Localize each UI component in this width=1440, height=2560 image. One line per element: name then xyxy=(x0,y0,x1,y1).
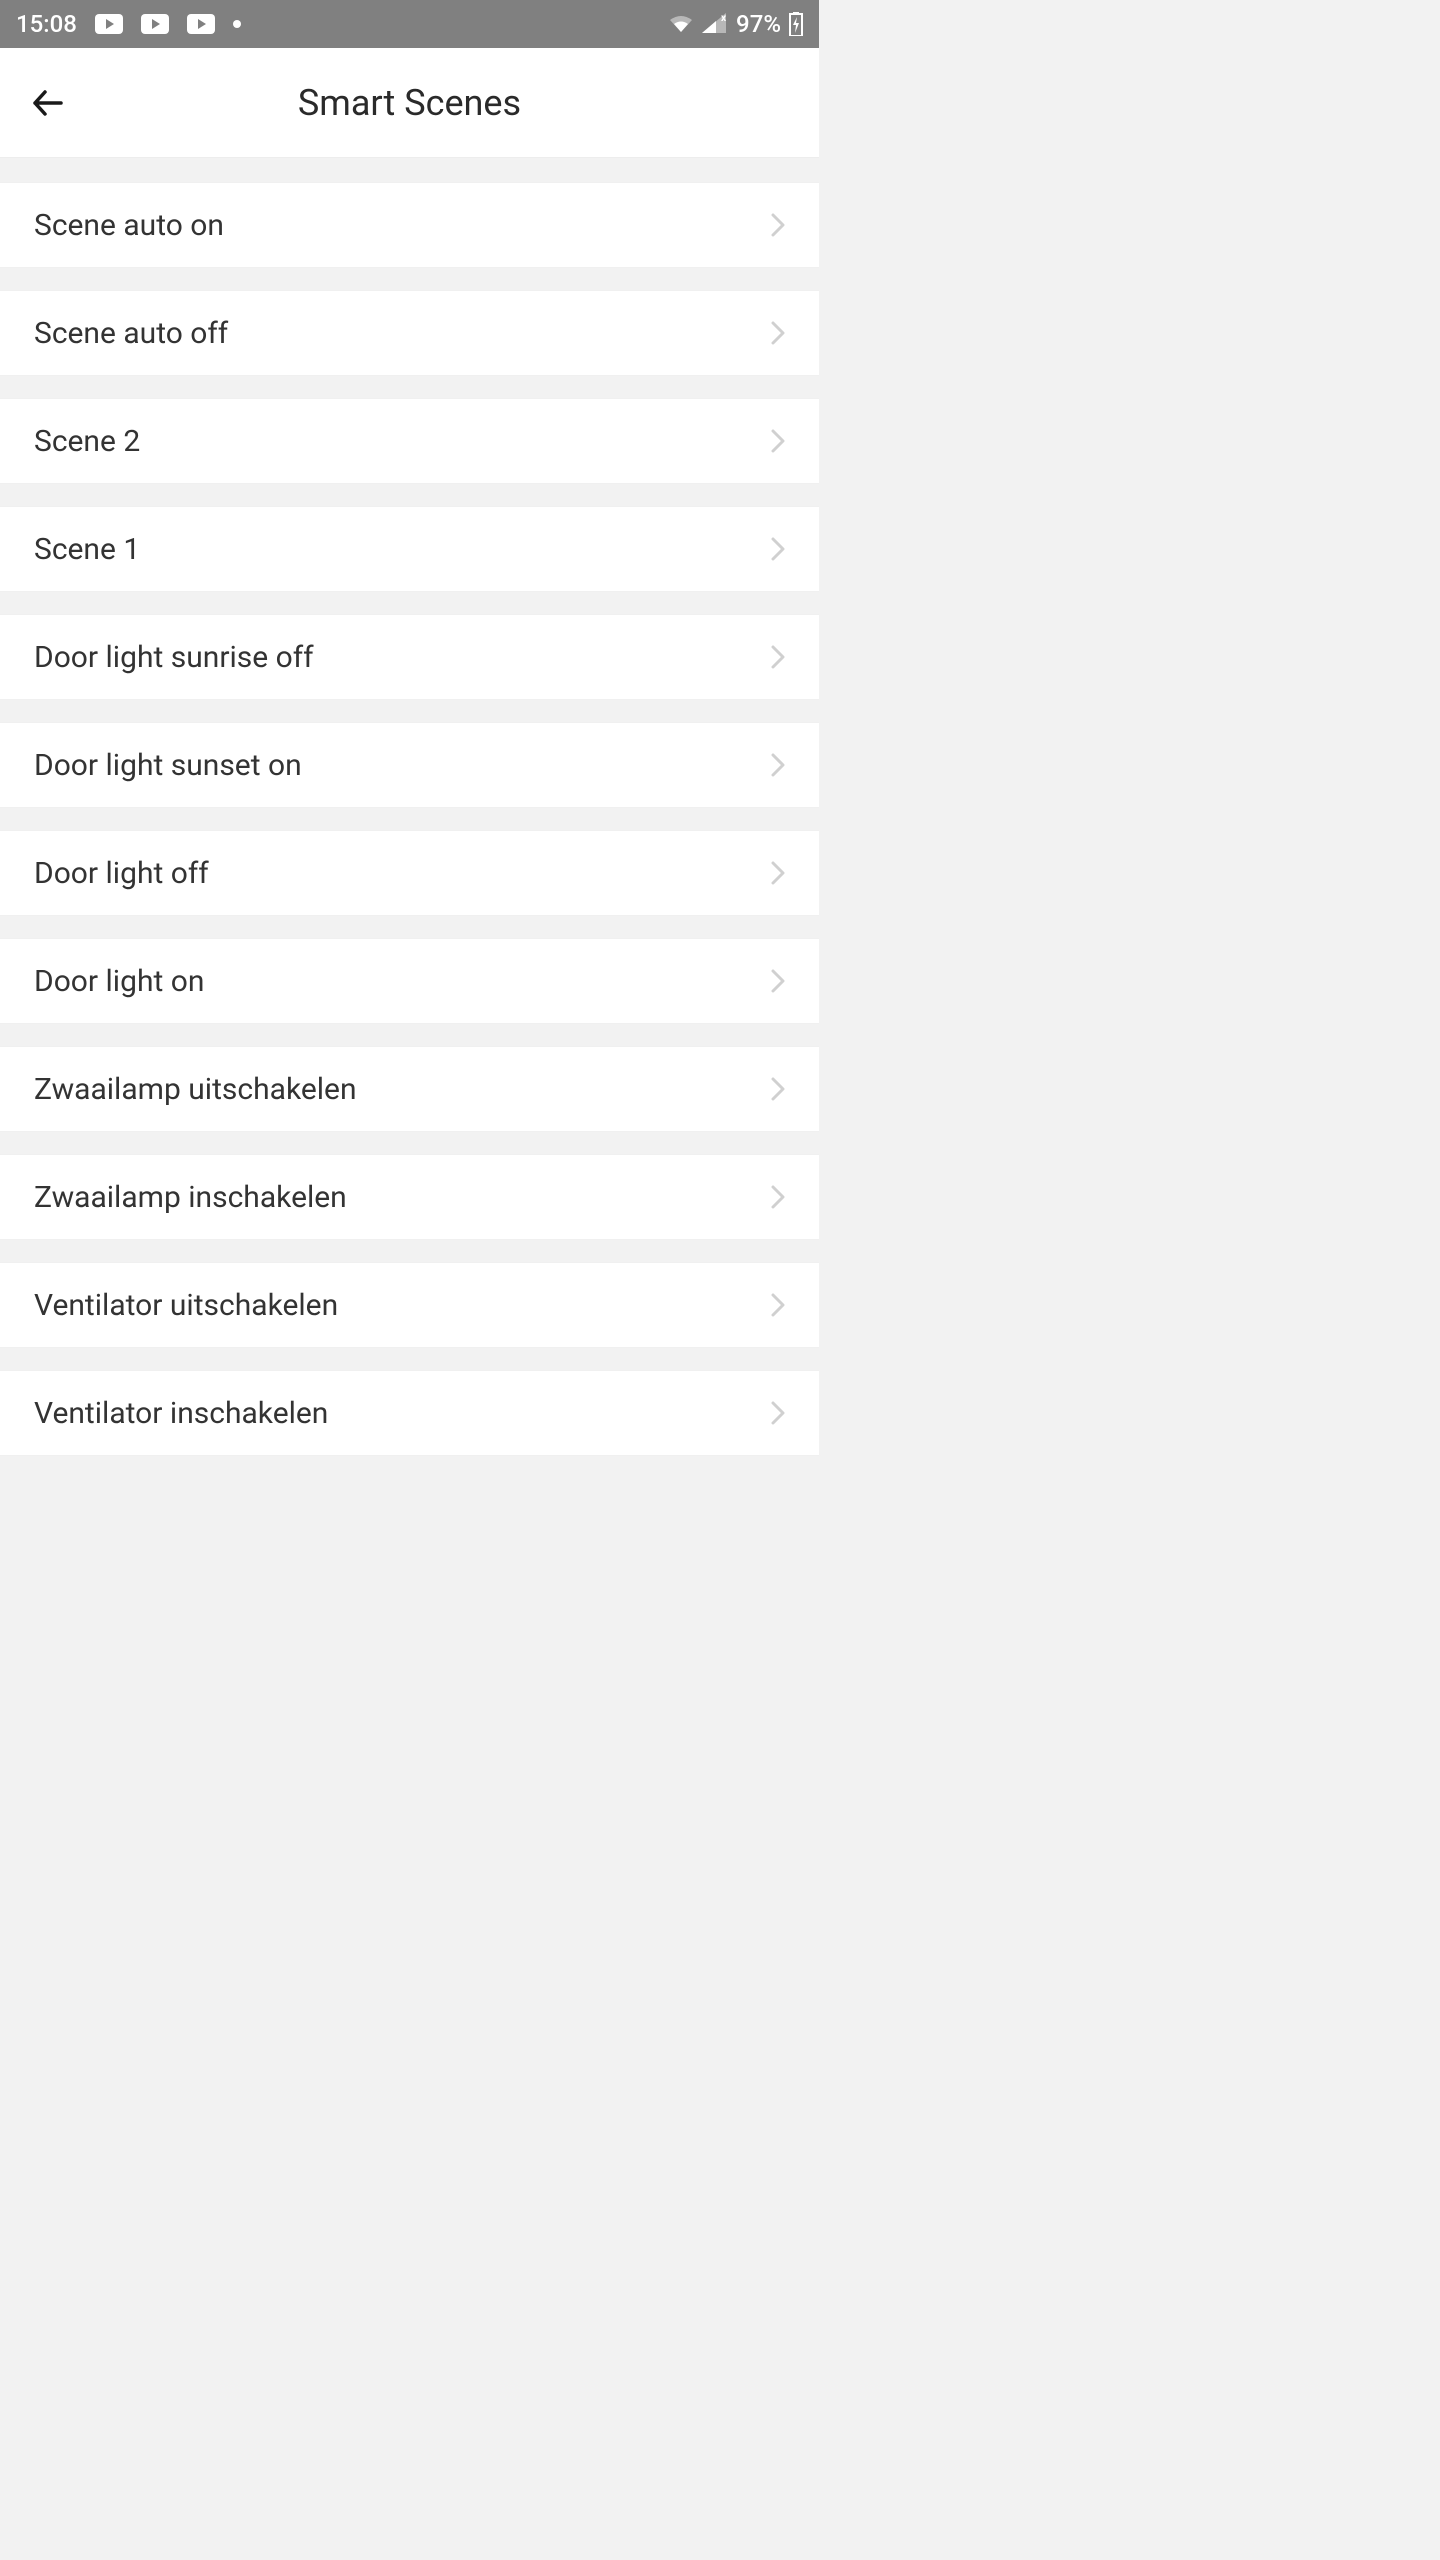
scene-label: Ventilator inschakelen xyxy=(34,1396,328,1431)
scene-list: Scene auto on Scene auto off Scene 2 Sce… xyxy=(0,158,819,1456)
scene-item[interactable]: Zwaailamp inschakelen xyxy=(0,1154,819,1240)
scene-label: Scene auto on xyxy=(34,208,224,243)
scene-item[interactable]: Door light on xyxy=(0,938,819,1024)
battery-percent: 97% xyxy=(736,10,781,38)
chevron-right-icon xyxy=(771,753,785,777)
page-title: Smart Scenes xyxy=(0,82,819,124)
scene-item[interactable]: Ventilator inschakelen xyxy=(0,1370,819,1456)
scene-label: Door light sunset on xyxy=(34,748,302,783)
chevron-right-icon xyxy=(771,969,785,993)
chevron-right-icon xyxy=(771,1401,785,1425)
scene-item[interactable]: Scene 2 xyxy=(0,398,819,484)
scene-label: Scene 1 xyxy=(34,532,140,567)
youtube-icon xyxy=(95,14,123,34)
status-left: 15:08 xyxy=(16,10,241,38)
scene-item[interactable]: Door light off xyxy=(0,830,819,916)
scene-label: Door light sunrise off xyxy=(34,640,314,675)
scene-item[interactable]: Scene auto on xyxy=(0,182,819,268)
scene-item[interactable]: Scene 1 xyxy=(0,506,819,592)
status-bar: 15:08 x 97% xyxy=(0,0,819,48)
chevron-right-icon xyxy=(771,1293,785,1317)
chevron-right-icon xyxy=(771,537,785,561)
chevron-right-icon xyxy=(771,1185,785,1209)
scene-label: Ventilator uitschakelen xyxy=(34,1288,338,1323)
signal-icon: x xyxy=(702,13,728,35)
youtube-icon xyxy=(187,14,215,34)
scene-label: Zwaailamp inschakelen xyxy=(34,1180,347,1215)
chevron-right-icon xyxy=(771,1077,785,1101)
arrow-left-icon xyxy=(29,84,67,122)
chevron-right-icon xyxy=(771,213,785,237)
chevron-right-icon xyxy=(771,861,785,885)
status-right: x 97% xyxy=(668,10,803,38)
scene-label: Door light off xyxy=(34,856,209,891)
chevron-right-icon xyxy=(771,645,785,669)
scene-label: Scene auto off xyxy=(34,316,228,351)
scene-item[interactable]: Scene auto off xyxy=(0,290,819,376)
youtube-icon xyxy=(141,14,169,34)
wifi-icon xyxy=(668,14,694,34)
scene-item[interactable]: Zwaailamp uitschakelen xyxy=(0,1046,819,1132)
notification-dot-icon xyxy=(233,20,241,28)
status-time: 15:08 xyxy=(16,10,77,38)
chevron-right-icon xyxy=(771,321,785,345)
chevron-right-icon xyxy=(771,429,785,453)
app-bar: Smart Scenes xyxy=(0,48,819,158)
scene-item[interactable]: Door light sunrise off xyxy=(0,614,819,700)
scene-item[interactable]: Door light sunset on xyxy=(0,722,819,808)
battery-charging-icon xyxy=(789,12,803,36)
scene-label: Door light on xyxy=(34,964,204,999)
back-button[interactable] xyxy=(28,83,68,123)
scene-item[interactable]: Ventilator uitschakelen xyxy=(0,1262,819,1348)
svg-text:x: x xyxy=(721,13,727,24)
scene-label: Zwaailamp uitschakelen xyxy=(34,1072,357,1107)
scene-label: Scene 2 xyxy=(34,424,140,459)
